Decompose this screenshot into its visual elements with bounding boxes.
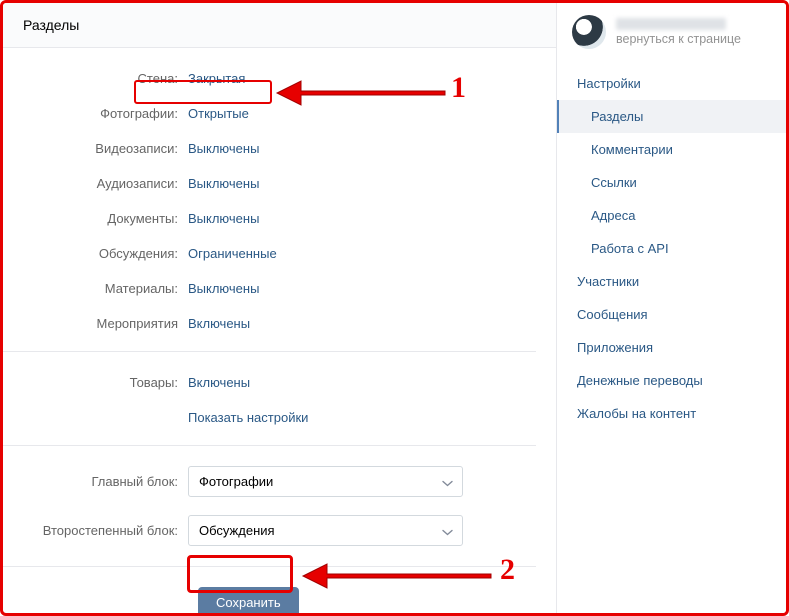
show-settings-link[interactable]: Показать настройки xyxy=(188,410,308,425)
sidebar-item[interactable]: Работа с API xyxy=(557,232,786,265)
sidebar-item[interactable]: Ссылки xyxy=(557,166,786,199)
sidebar-item[interactable]: Настройки xyxy=(557,67,786,100)
divider xyxy=(3,566,536,567)
setting-label-events: Мероприятия xyxy=(3,316,188,331)
sidebar-item[interactable]: Участники xyxy=(557,265,786,298)
sidebar-item[interactable]: Денежные переводы xyxy=(557,364,786,397)
setting-label-discussions: Обсуждения: xyxy=(3,246,188,261)
divider xyxy=(3,445,536,446)
setting-value-photos[interactable]: Открытые xyxy=(188,106,249,121)
setting-value-events[interactable]: Включены xyxy=(188,316,250,331)
setting-label-docs: Документы: xyxy=(3,211,188,226)
sidebar-item[interactable]: Сообщения xyxy=(557,298,786,331)
secondary-block-label: Второстепенный блок: xyxy=(3,523,188,538)
save-button[interactable]: Сохранить xyxy=(198,587,299,616)
setting-label-goods: Товары: xyxy=(3,375,188,390)
setting-label-audio: Аудиозаписи: xyxy=(3,176,188,191)
sidebar: вернуться к странице НастройкиРазделыКом… xyxy=(556,3,786,613)
back-to-page-link[interactable]: вернуться к странице xyxy=(616,32,741,46)
setting-label-videos: Видеозаписи: xyxy=(3,141,188,156)
main-block-label: Главный блок: xyxy=(3,474,188,489)
setting-label-photos: Фотографии: xyxy=(3,106,188,121)
setting-value-docs[interactable]: Выключены xyxy=(188,211,259,226)
divider xyxy=(3,351,536,352)
setting-value-audio[interactable]: Выключены xyxy=(188,176,259,191)
profile-name-redacted xyxy=(616,18,726,30)
setting-value-discussions[interactable]: Ограниченные xyxy=(188,246,277,261)
sidebar-item[interactable]: Жалобы на контент xyxy=(557,397,786,430)
setting-label-materials: Материалы: xyxy=(3,281,188,296)
avatar[interactable] xyxy=(572,15,606,49)
sidebar-item[interactable]: Разделы xyxy=(557,100,786,133)
setting-value-wall[interactable]: Закрытая xyxy=(188,71,245,86)
sidebar-item[interactable]: Адреса xyxy=(557,199,786,232)
page-title: Разделы xyxy=(3,3,556,48)
setting-label-wall: Стена: xyxy=(3,71,188,86)
setting-value-goods[interactable]: Включены xyxy=(188,375,250,390)
sidebar-item[interactable]: Комментарии xyxy=(557,133,786,166)
setting-value-materials[interactable]: Выключены xyxy=(188,281,259,296)
main-block-select[interactable]: Фотографии xyxy=(188,466,463,497)
sidebar-item[interactable]: Приложения xyxy=(557,331,786,364)
secondary-block-select[interactable]: Обсуждения xyxy=(188,515,463,546)
setting-value-videos[interactable]: Выключены xyxy=(188,141,259,156)
